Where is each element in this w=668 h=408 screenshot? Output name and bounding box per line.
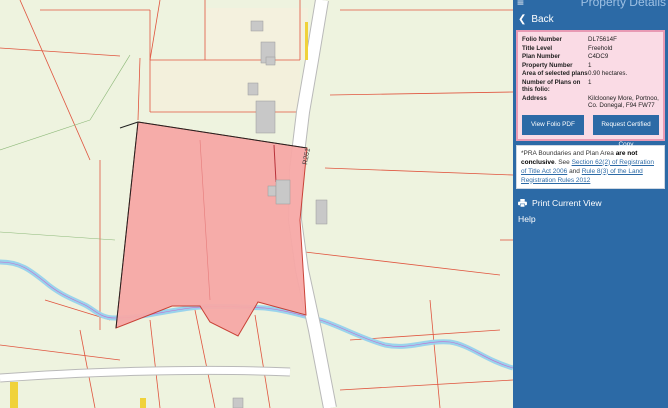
building	[247, 82, 259, 96]
note-mid: and	[567, 167, 582, 175]
building	[232, 397, 244, 408]
info-value: 1	[588, 61, 592, 69]
info-label: Title Level	[522, 44, 553, 52]
info-row: Folio Number DL75614F	[522, 36, 659, 45]
back-button[interactable]: ❮ Back	[513, 8, 668, 30]
info-row: Area of selected plans 0.90 hectares.	[522, 70, 659, 79]
info-label: Address	[522, 94, 547, 102]
building	[255, 100, 276, 134]
building	[267, 185, 277, 197]
building	[315, 199, 328, 225]
print-label: Print Current View	[532, 197, 602, 208]
view-folio-pdf-button[interactable]: View Folio PDF	[522, 114, 584, 135]
help-menu-item[interactable]: Help	[513, 211, 668, 227]
info-row: Plan Number C4DC9	[522, 53, 659, 62]
selected-parcel[interactable]	[115, 121, 308, 337]
building	[265, 56, 276, 66]
building	[250, 20, 264, 32]
info-label: Plan Number	[522, 53, 561, 60]
info-value: Kilclooney More, Portnoo, Co. Donegal, F…	[588, 94, 659, 110]
info-value: C4DC9	[588, 53, 609, 60]
note-mid: . See	[554, 158, 572, 166]
back-label: Back	[531, 13, 554, 25]
note-prefix: *PRA Boundaries and Plan Area	[521, 149, 616, 157]
menu-icon[interactable]: ≡	[517, 0, 524, 8]
folio-info-table: Folio Number DL75614F Title Level Freeho…	[522, 36, 659, 111]
print-current-view-button[interactable]: Print Current View	[513, 195, 668, 211]
info-row: Number of Plans on this folio: 1	[522, 79, 659, 95]
building	[275, 179, 291, 205]
map-view[interactable]: R261	[0, 0, 513, 408]
chevron-left-icon: ❮	[518, 13, 527, 25]
printer-icon	[518, 198, 527, 207]
plot-tint	[205, 8, 308, 60]
property-details-panel: ≡ Property Details ❮ Back Folio Number D…	[513, 0, 668, 408]
folio-info-box: Folio Number DL75614F Title Level Freeho…	[516, 30, 665, 148]
info-row: Address Kilclooney More, Portnoo, Co. Do…	[522, 95, 659, 111]
map-canvas[interactable]: R261	[0, 0, 513, 408]
info-value: 0.90 hectares.	[588, 70, 628, 77]
disclaimer-note: *PRA Boundaries and Plan Area are not co…	[516, 144, 665, 189]
folio-button-row: View Folio PDF Request Certified Copy	[522, 114, 659, 148]
info-row: Title Level Freehold	[522, 45, 659, 54]
info-label: Number of Plans on this folio:	[522, 78, 581, 94]
yellow-marker	[305, 22, 308, 60]
plot-tint	[150, 60, 300, 112]
yellow-marker	[140, 398, 146, 408]
help-label: Help	[518, 213, 536, 224]
info-value: 1	[588, 78, 592, 86]
info-value: DL75614F	[588, 36, 617, 43]
info-label: Property Number	[522, 61, 573, 69]
request-certified-copy-button[interactable]: Request Certified Copy	[593, 114, 659, 148]
panel-title: Property Details	[580, 0, 666, 9]
info-label: Folio Number	[522, 36, 562, 43]
info-label: Area of selected plans	[522, 70, 588, 77]
info-row: Property Number 1	[522, 62, 659, 71]
info-value: Freehold	[588, 44, 613, 52]
yellow-marker	[10, 382, 18, 408]
panel-header: ≡ Property Details	[513, 0, 668, 9]
